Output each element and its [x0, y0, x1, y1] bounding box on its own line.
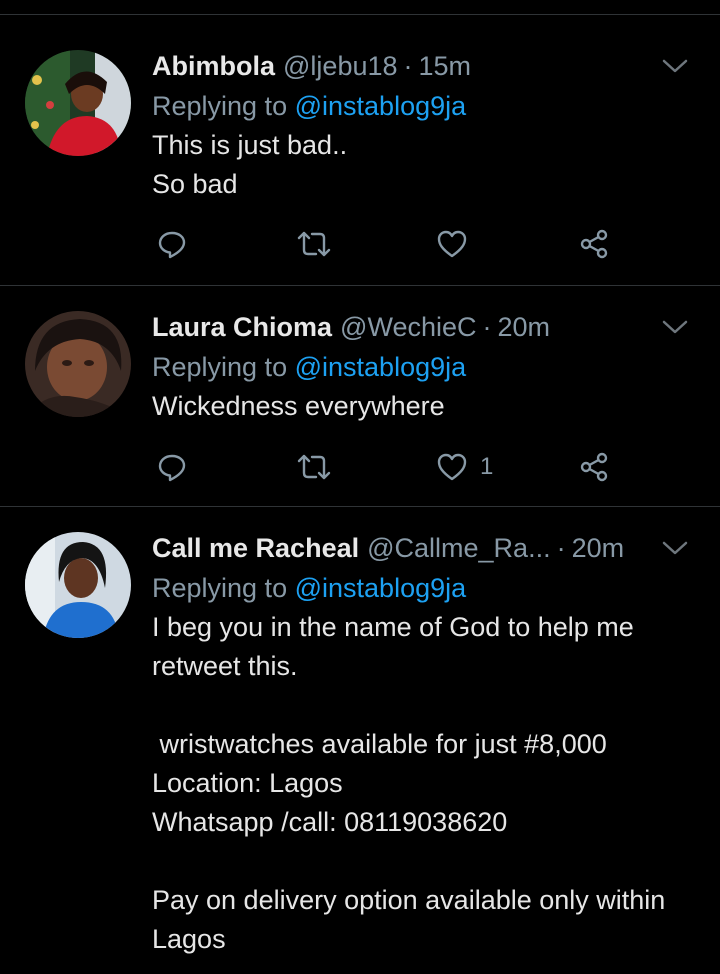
avatar[interactable]: [25, 50, 131, 156]
chevron-down-icon[interactable]: [660, 46, 690, 86]
top-divider: [0, 14, 720, 15]
author-handle[interactable]: @ljebu18: [283, 46, 398, 86]
tweet-header: Abimbola @ljebu18 · 15m: [152, 46, 690, 86]
retweet-icon: [297, 231, 331, 257]
reply-icon: [158, 454, 186, 482]
reply-button[interactable]: [156, 228, 188, 260]
separator: ·: [556, 533, 566, 563]
retweet-icon: [297, 454, 331, 480]
author-handle[interactable]: @Callme_Ra...: [367, 528, 550, 568]
tweet-text: This is just bad.. So bad: [152, 130, 348, 199]
mention-link[interactable]: @instablog9ja: [295, 573, 467, 603]
separator: ·: [403, 51, 413, 81]
share-button[interactable]: [578, 451, 610, 483]
tweet-1[interactable]: Abimbola @ljebu18 · 15m Replying to @ins…: [0, 26, 720, 286]
author-name[interactable]: Laura Chioma: [152, 307, 332, 347]
mention-link[interactable]: @instablog9ja: [295, 91, 467, 121]
like-button[interactable]: 1: [436, 451, 493, 483]
author-handle[interactable]: @WechieC: [340, 307, 476, 347]
separator: ·: [482, 312, 492, 342]
replying-to: Replying to @instablog9ja: [152, 568, 690, 608]
share-button[interactable]: [578, 228, 610, 260]
tweet-text: Wickedness everywhere: [152, 391, 445, 421]
share-icon: [580, 229, 608, 259]
replying-to: Replying to @instablog9ja: [152, 86, 690, 126]
author-name[interactable]: Call me Racheal: [152, 528, 359, 568]
mention-link[interactable]: @instablog9ja: [295, 352, 467, 382]
timestamp[interactable]: 20m: [572, 528, 625, 568]
avatar[interactable]: [25, 311, 131, 417]
share-icon: [580, 452, 608, 482]
tweet-3[interactable]: Call me Racheal @Callme_Ra... · 20m Repl…: [0, 508, 720, 974]
replying-prefix: Replying to: [152, 352, 288, 382]
author-name[interactable]: Abimbola: [152, 46, 275, 86]
tweet-header: Call me Racheal @Callme_Ra... · 20m: [152, 528, 690, 568]
reply-button[interactable]: [156, 451, 188, 483]
reply-icon: [158, 231, 186, 259]
replying-prefix: Replying to: [152, 573, 288, 603]
tweet-text: I beg you in the name of God to help me …: [152, 612, 666, 954]
tweet-body: Call me Racheal @Callme_Ra... · 20m Repl…: [152, 528, 690, 959]
tweet-2[interactable]: Laura Chioma @WechieC · 20m Replying to …: [0, 287, 720, 507]
tweet-body: Abimbola @ljebu18 · 15m Replying to @ins…: [152, 46, 690, 204]
chevron-down-icon[interactable]: [660, 528, 690, 568]
tweet-actions: [152, 224, 660, 264]
like-button[interactable]: [436, 228, 480, 260]
avatar[interactable]: [25, 532, 131, 638]
replying-to: Replying to @instablog9ja: [152, 347, 690, 387]
replying-prefix: Replying to: [152, 91, 288, 121]
retweet-button[interactable]: [296, 451, 332, 483]
like-count: 1: [480, 453, 494, 480]
like-icon: [437, 453, 467, 481]
timestamp[interactable]: 15m: [419, 46, 472, 86]
like-icon: [437, 230, 467, 258]
timestamp[interactable]: 20m: [498, 307, 551, 347]
chevron-down-icon[interactable]: [660, 307, 690, 347]
tweet-header: Laura Chioma @WechieC · 20m: [152, 307, 690, 347]
retweet-button[interactable]: [296, 228, 332, 260]
tweet-body: Laura Chioma @WechieC · 20m Replying to …: [152, 307, 690, 426]
tweet-actions: 1: [152, 447, 660, 487]
